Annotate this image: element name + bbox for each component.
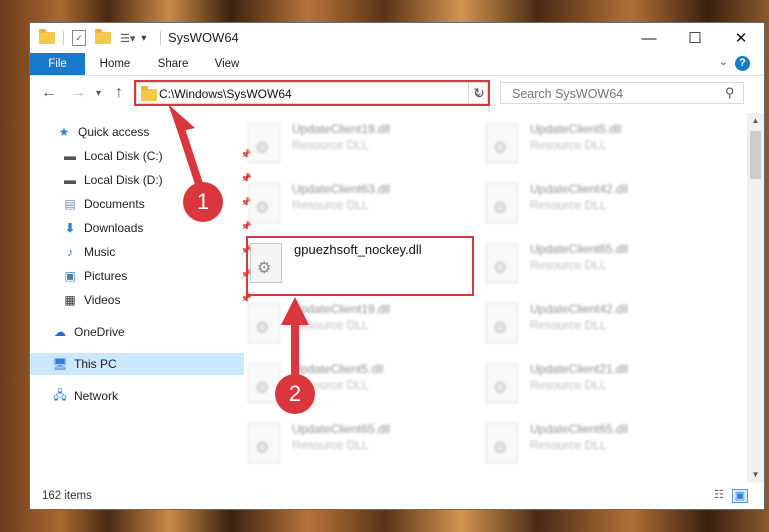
arrow-head <box>281 297 309 325</box>
arrow-head <box>168 104 195 132</box>
step-1-badge: 1 <box>183 182 223 222</box>
step-2-badge: 2 <box>275 374 315 414</box>
annotation-arrows <box>168 104 309 380</box>
